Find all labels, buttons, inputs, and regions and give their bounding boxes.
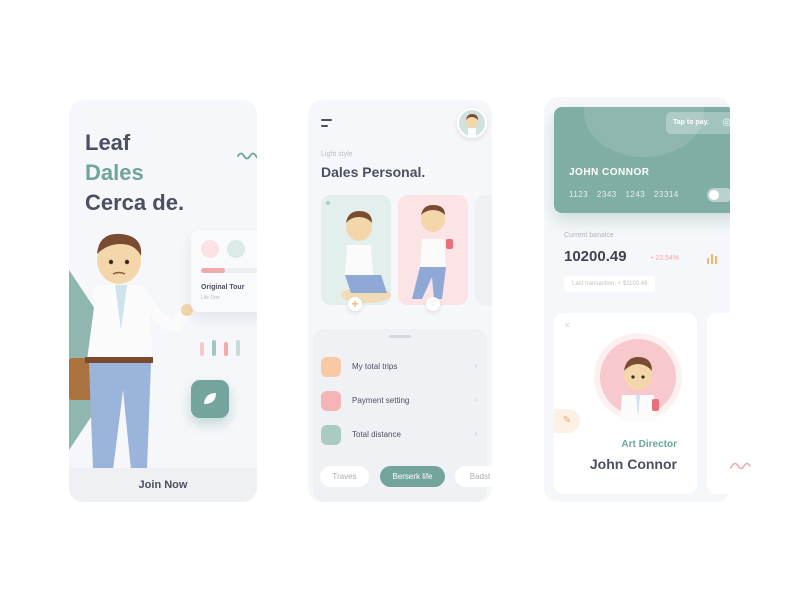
menu-icon[interactable] [321, 119, 332, 131]
headline-line-3: Cerca de. [85, 190, 185, 215]
chevron-right-icon: › [474, 395, 477, 404]
profile-name: John Connor [589, 456, 677, 472]
tap-to-pay-button[interactable]: Tap to pay. ◎ [666, 112, 730, 134]
tour-progress [201, 268, 257, 273]
character-card-partial[interactable] [475, 195, 492, 305]
flag-icon [201, 240, 219, 258]
onboarding-screen: Leaf Dales Cerca de. Original Tour Life … [69, 100, 257, 502]
menu-item-payment-setting[interactable]: Payment setting › [321, 391, 479, 413]
card-number: 1123 2343 1243 23314 [569, 190, 679, 199]
heart-icon[interactable]: ♡ [426, 297, 440, 311]
avatar[interactable] [457, 108, 487, 138]
sitting-character-illustration [326, 201, 391, 303]
headline-line-2: Dales [85, 160, 144, 185]
character-illustration [69, 233, 193, 470]
leaf-button[interactable] [191, 380, 229, 418]
balance-value: 10200.49 [564, 248, 627, 265]
payment-icon [321, 391, 341, 411]
leaf-icon [204, 393, 216, 404]
bar-chart-icon[interactable] [706, 252, 718, 264]
card-toggle[interactable] [707, 188, 730, 202]
tap-to-pay-label: Tap to pay. [673, 119, 709, 126]
chart-icon [227, 240, 245, 258]
avatar-face-icon [466, 114, 478, 136]
profile-role: Art Director [621, 439, 677, 450]
walking-character-illustration [412, 205, 453, 299]
profile-character-illustration [620, 357, 659, 421]
headline-line-1: Leaf [85, 130, 131, 155]
tour-subtitle: Life One [201, 295, 220, 301]
chip-badst[interactable]: Badst [455, 466, 492, 487]
menu-item-label: My total trips [352, 362, 398, 371]
add-icon[interactable]: + [348, 297, 362, 311]
menu-item-label: Payment setting [352, 396, 410, 405]
wave-icon [237, 152, 257, 160]
close-icon[interactable]: ✕ [564, 321, 571, 330]
tour-title: Original Tour [201, 284, 245, 291]
chip-traves[interactable]: Traves [320, 466, 369, 487]
menu-item-total-distance[interactable]: Total distance › [321, 425, 479, 447]
wallet-screen: Tap to pay. ◎ JOHN CONNOR 1123 2343 1243… [544, 97, 730, 502]
character-card-walking[interactable] [398, 195, 468, 305]
tour-card[interactable]: Original Tour Life One [191, 230, 257, 312]
profile-screen: Light style Dales Personal. + ♡ My total… [308, 100, 492, 502]
profile-avatar [594, 333, 682, 421]
chevron-right-icon: › [474, 361, 477, 370]
balance-change: • 23.54% [651, 255, 680, 262]
menu-item-label: Total distance [352, 430, 401, 439]
credit-card[interactable]: Tap to pay. ◎ JOHN CONNOR 1123 2343 1243… [554, 107, 730, 213]
character-card-sitting[interactable] [321, 195, 391, 305]
join-now-button[interactable]: Join Now [69, 468, 257, 502]
sheet-handle[interactable] [389, 335, 411, 338]
chip-berserk-life[interactable]: Berserk life [380, 466, 445, 487]
trips-icon [321, 357, 341, 377]
fingerprint-icon: ◎ [722, 117, 730, 128]
balance-label: Current banalce [564, 232, 614, 239]
distance-icon [321, 425, 341, 445]
headline: Leaf Dales Cerca de. [85, 128, 184, 218]
profile-card-partial[interactable] [707, 313, 730, 494]
last-transaction: Last transaction: + $1100.49 [564, 276, 656, 292]
menu-item-total-trips[interactable]: My total trips › [321, 357, 479, 379]
style-label: Light style [321, 151, 353, 158]
card-holder: JOHN CONNOR [569, 167, 650, 178]
chevron-right-icon: › [474, 429, 477, 438]
profile-card[interactable]: ✕ ✎ Art Director John Connor [554, 313, 697, 494]
page-title: Dales Personal. [321, 164, 426, 180]
edit-icon[interactable]: ✎ [554, 409, 580, 433]
